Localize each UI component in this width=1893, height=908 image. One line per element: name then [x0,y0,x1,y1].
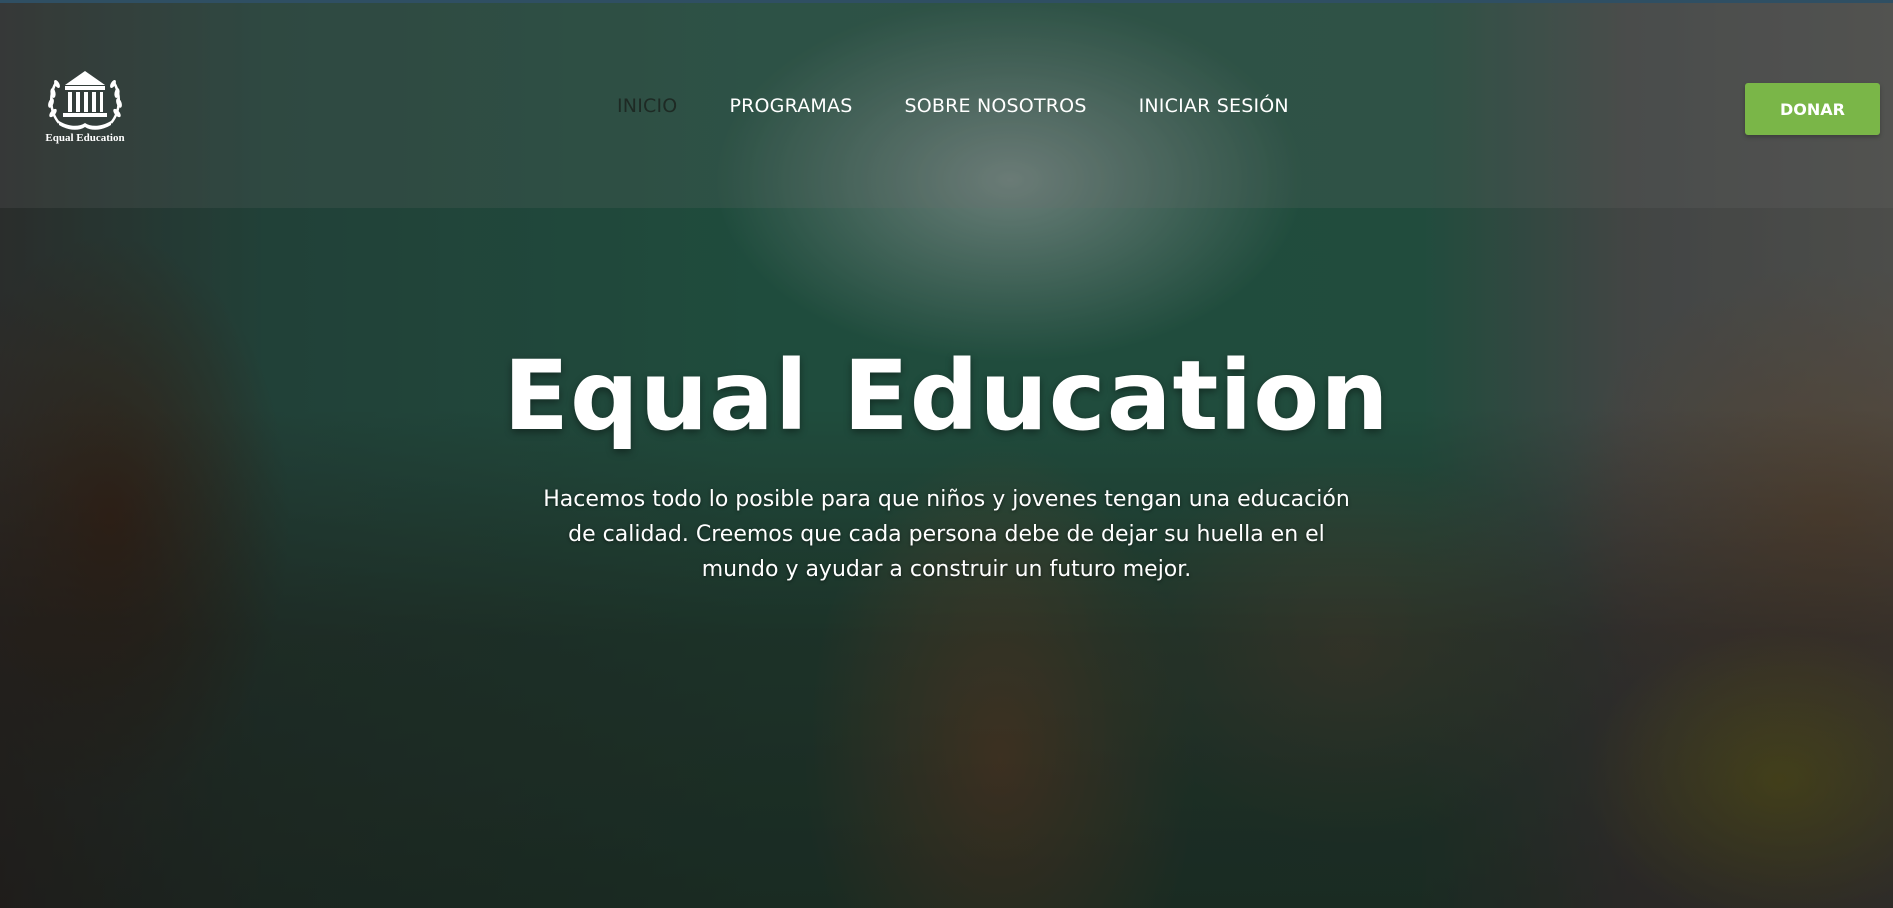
brand-name: Equal Education [45,132,125,144]
nav-item-iniciar-sesion[interactable]: INICIAR SESIÓN [1139,95,1289,117]
laurel-temple-icon [48,71,122,130]
nav-item-inicio[interactable]: INICIO [617,95,677,117]
nav-item-programas[interactable]: PROGRAMAS [729,95,852,117]
nav-item-sobre-nosotros[interactable]: SOBRE NOSOTROS [904,95,1086,117]
hero-section: Equal Education Hacemos todo lo posible … [0,340,1893,587]
main-nav: INICIO PROGRAMAS SOBRE NOSOTROS INICIAR … [617,95,1289,117]
donate-button[interactable]: DONAR [1745,83,1880,135]
brand-logo[interactable]: Equal Education [38,65,132,155]
hero-description: Hacemos todo lo posible para que niños y… [543,487,1350,582]
hero-title: Equal Education [503,340,1390,452]
site-header: Equal Education INICIO PROGRAMAS SOBRE N… [0,3,1893,208]
